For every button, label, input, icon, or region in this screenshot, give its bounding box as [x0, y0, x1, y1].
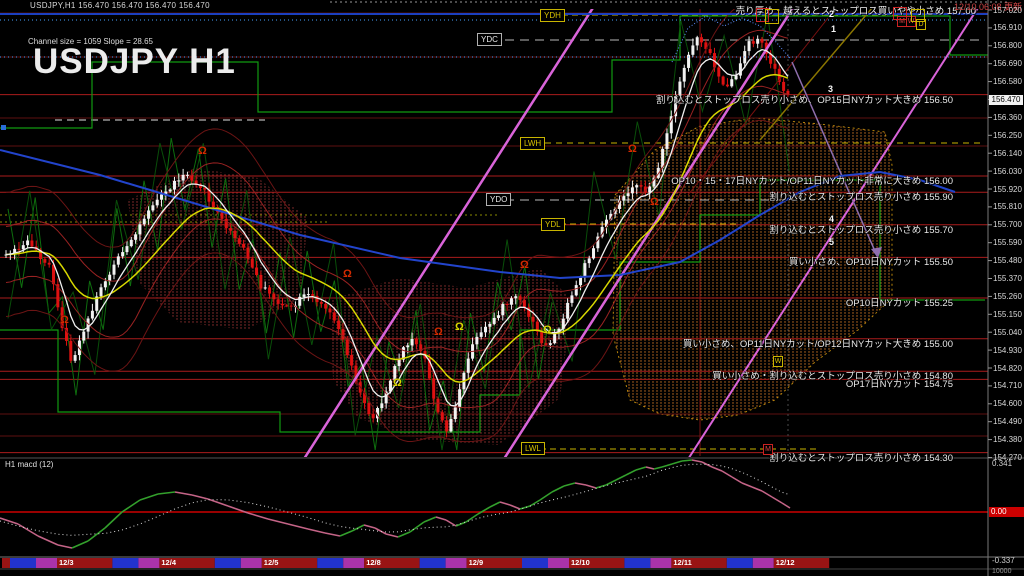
- price-axis-label: 155.590: [993, 238, 1022, 248]
- price-axis-label: 154.710: [993, 381, 1022, 391]
- price-axis-label: 155.810: [993, 202, 1022, 212]
- omega-marker: Ω: [455, 321, 464, 333]
- watermark-title: USDJPY H1: [33, 42, 236, 81]
- level-annotation: OP17日NYカット 154.75: [845, 379, 953, 391]
- sequence-number-marker: 5: [829, 237, 835, 247]
- price-axis-label: 154.600: [993, 399, 1022, 409]
- price-axis-label: 156.800: [993, 41, 1022, 51]
- macd-max-label: 0.341: [992, 459, 1013, 468]
- current-price-tag: 156.470: [989, 94, 1023, 105]
- line-tag-ydl[interactable]: YDL: [541, 218, 565, 231]
- omega-marker: Ω: [60, 314, 69, 326]
- price-axis-label: 157.020: [993, 5, 1022, 15]
- omega-marker: Ω: [520, 259, 529, 271]
- price-axis-label: 155.040: [993, 327, 1022, 337]
- price-axis-label: 155.700: [993, 220, 1022, 230]
- date-label: 12/8: [366, 558, 381, 567]
- level-annotation: 割り込むとストップロス売り小さめ、OP15日NYカット大きめ 156.50: [655, 94, 953, 106]
- date-label: 12/5: [263, 558, 279, 567]
- price-axis-label: 155.150: [993, 309, 1022, 319]
- price-axis-label: 155.260: [993, 291, 1022, 301]
- date-label: 12/9: [468, 558, 484, 567]
- line-tag-ydh[interactable]: YDH: [540, 9, 565, 22]
- omega-marker: Ω: [650, 196, 659, 208]
- sequence-number-marker: 3: [828, 84, 834, 94]
- level-annotation: OP10・15・17日NYカット/OP11日NYカット非常に大きめ 156.00: [671, 175, 953, 187]
- symbol-ohlc-readout: USDJPY,H1 156.470 156.470 156.470 156.47…: [30, 1, 210, 10]
- date-label: 12/12: [775, 558, 795, 567]
- omega-marker: Ω: [198, 145, 207, 157]
- level-annotation: OP10日NYカット 155.25: [845, 298, 953, 310]
- sequence-number-marker: 2: [829, 9, 835, 19]
- macd-pane-label: H1 macd (12): [5, 460, 54, 469]
- macd-zero-tag: 0.00: [989, 507, 1024, 517]
- date-label: 12/4: [161, 558, 176, 567]
- date-label: 12/3: [59, 558, 74, 567]
- price-axis-label: 156.580: [993, 77, 1022, 87]
- pattern-box: [911, 9, 925, 22]
- price-axis-label: 154.820: [993, 363, 1022, 373]
- level-annotation: 割り込むとストップロス売り小さめ 155.70: [769, 224, 953, 236]
- pattern-letter-marker: W: [773, 356, 783, 367]
- volume-scale-label: 10000: [992, 568, 1012, 575]
- level-annotation: 買い小さめ、OP11日NYカット/OP12日NYカット大きめ 155.00: [682, 338, 953, 350]
- pattern-box: [765, 9, 779, 24]
- sequence-number-marker: 4: [829, 214, 835, 224]
- omega-marker: Ω: [343, 268, 352, 280]
- line-tag-ydc[interactable]: YDC: [477, 33, 502, 46]
- trading-platform-window: USDJPY,H1 156.470 156.470 156.470 156.47…: [0, 0, 1024, 576]
- date-label: 12/11: [673, 558, 692, 567]
- price-axis-label: 154.380: [993, 435, 1022, 445]
- date-label: 12/10: [571, 558, 590, 567]
- level-annotation: 割り込むとストップロス売り小さめ 155.90: [769, 192, 953, 204]
- price-axis-label: 156.690: [993, 59, 1022, 69]
- omega-marker: Ω: [543, 324, 552, 336]
- omega-marker: Ω: [628, 143, 637, 155]
- level-annotation: 割り込むとストップロス売り小さめ 154.30: [769, 452, 953, 464]
- line-tag-lwh[interactable]: LWH: [520, 137, 546, 150]
- line-tag-ydo[interactable]: YDO: [486, 193, 512, 206]
- price-axis-label: 155.370: [993, 274, 1022, 283]
- price-axis-label: 156.250: [993, 130, 1022, 140]
- price-axis-label: 156.030: [993, 166, 1022, 176]
- line-tag-lwl[interactable]: LWL: [521, 442, 545, 455]
- sequence-number-marker: 1: [831, 24, 837, 34]
- macd-min-label: -0.337: [992, 556, 1015, 565]
- pattern-letter-marker: M: [763, 444, 773, 455]
- price-axis-label: 154.490: [993, 417, 1022, 427]
- price-axis-label: 155.480: [993, 256, 1022, 266]
- price-axis-label: 155.920: [993, 184, 1022, 194]
- price-axis-label: 156.910: [993, 23, 1022, 33]
- price-axis-label: 156.360: [993, 112, 1022, 122]
- omega-marker: Ω: [434, 326, 443, 338]
- omega-marker: Ω: [393, 377, 402, 389]
- chart-canvas[interactable]: [0, 0, 1024, 576]
- price-axis-label: 156.140: [993, 148, 1022, 158]
- level-annotation: 買い小さめ、OP10日NYカット 155.50: [788, 257, 953, 269]
- pattern-box: [893, 7, 907, 20]
- price-axis-label: 154.930: [993, 345, 1022, 355]
